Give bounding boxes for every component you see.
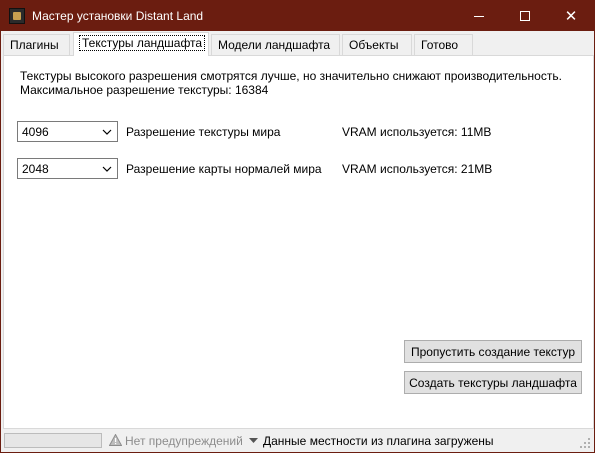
tab-label: Плагины [10, 38, 59, 52]
tab-label: Модели ландшафта [218, 38, 331, 52]
window-title: Мастер установки Distant Land [32, 9, 204, 23]
create-landscape-textures-button[interactable]: Создать текстуры ландшафта [404, 371, 582, 394]
world-texture-resolution-label: Разрешение текстуры мира [126, 125, 281, 139]
tab-panel: Текстуры высокого разрешения смотрятся л… [3, 55, 594, 429]
tab-plugins[interactable]: Плагины [3, 34, 70, 55]
world-texture-resolution-value: 4096 [22, 125, 49, 139]
max-resolution-line: Максимальное разрешение текстуры: 16384 [20, 83, 269, 97]
world-texture-resolution-select[interactable]: 4096 [17, 121, 118, 142]
normal-map-vram: VRAM используется: 21MB [342, 162, 493, 176]
normal-map-resolution-label: Разрешение карты нормалей мира [126, 162, 322, 176]
load-status: Данные местности из плагина загружены [263, 434, 494, 448]
minimize-button[interactable] [456, 1, 502, 31]
maximize-button[interactable] [502, 1, 548, 31]
normal-map-resolution-select[interactable]: 2048 [17, 158, 118, 179]
progress-bar [4, 433, 102, 448]
tab-label: Объекты [349, 38, 399, 52]
description: Текстуры высокого разрешения смотрятся л… [20, 69, 562, 97]
maximize-icon [520, 11, 530, 21]
minimize-icon [474, 15, 484, 17]
warnings-status: Нет предупреждений [125, 434, 243, 448]
close-icon: ✕ [564, 7, 578, 25]
tab-landscape-models[interactable]: Модели ландшафта [211, 34, 340, 55]
world-texture-vram: VRAM используется: 11MB [342, 125, 492, 139]
tab-label: Текстуры ландшафта [78, 35, 206, 51]
title-bar[interactable]: Мастер установки Distant Land ✕ [1, 1, 594, 31]
status-bar: Нет предупреждений Данные местности из п… [1, 429, 594, 452]
normal-map-resolution-value: 2048 [22, 162, 49, 176]
tab-strip: Плагины Текстуры ландшафта Модели ландша… [1, 31, 594, 56]
close-button[interactable]: ✕ [548, 1, 594, 31]
description-line: Текстуры высокого разрешения смотрятся л… [20, 69, 562, 83]
app-icon [9, 8, 25, 24]
skip-texture-creation-button[interactable]: Пропустить создание текстур [404, 340, 582, 363]
tab-landscape-textures[interactable]: Текстуры ландшафта [73, 32, 209, 56]
chevron-down-icon [100, 125, 114, 139]
tab-finish[interactable]: Готово [414, 34, 473, 55]
chevron-down-icon [100, 162, 114, 176]
resize-grip-icon[interactable] [579, 437, 591, 449]
tab-label: Готово [421, 38, 459, 52]
warning-triangle-icon [109, 434, 122, 446]
installer-window: Мастер установки Distant Land ✕ Плагины … [0, 0, 595, 453]
chevron-down-icon[interactable] [249, 438, 258, 443]
tab-objects[interactable]: Объекты [342, 34, 412, 55]
